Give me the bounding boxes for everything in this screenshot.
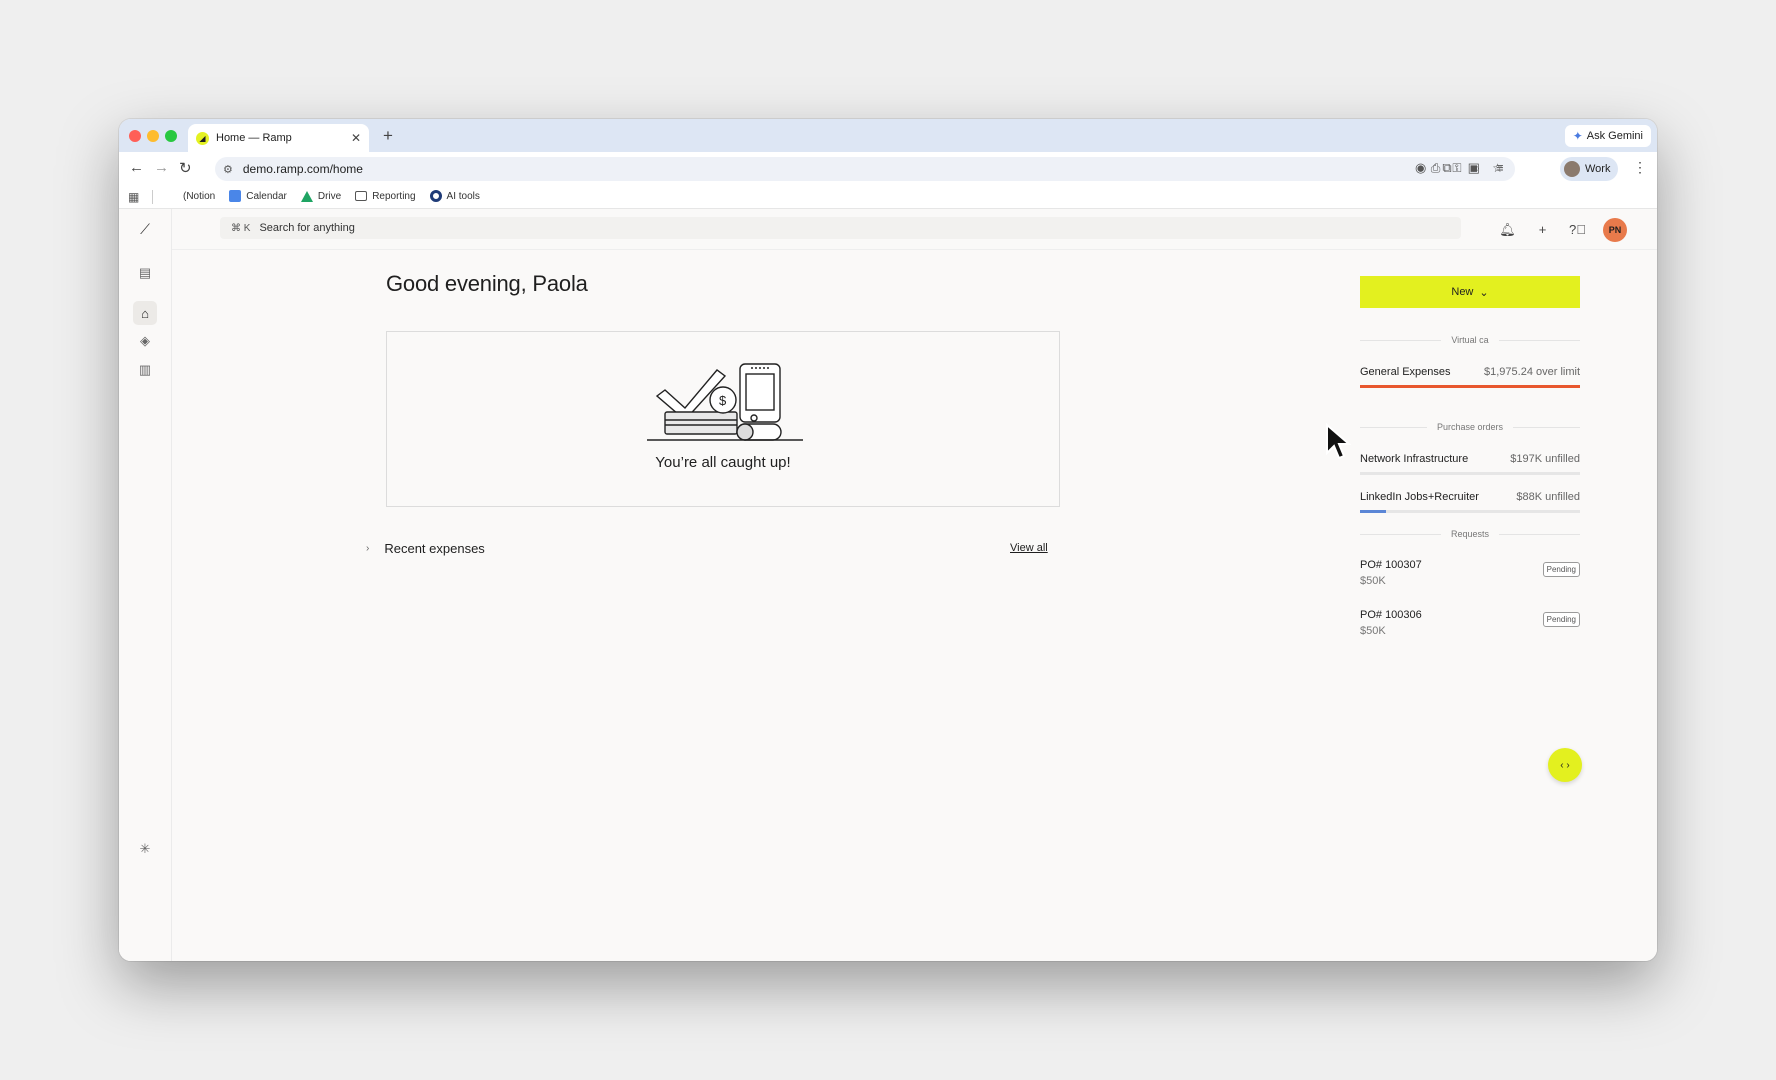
search-placeholder: Search for anything <box>259 222 355 234</box>
url-text: demo.ramp.com/home <box>242 162 363 176</box>
bookmark-drive[interactable]: Drive <box>300 190 342 202</box>
request-item[interactable]: PO# 100307 $50K Pending <box>1360 559 1580 587</box>
view-all-link[interactable]: View all <box>1010 542 1048 554</box>
maximize-window-button[interactable] <box>165 130 177 142</box>
close-window-button[interactable] <box>129 130 141 142</box>
bookmark-list: (Notion Calendar Drive Reporting AI tool… <box>183 190 480 202</box>
gemini-sparkle-icon: ✦ <box>1572 129 1583 143</box>
store-icon[interactable]: ▥ <box>133 358 157 382</box>
tab-home[interactable]: ◢ Home — Ramp ✕ <box>188 124 369 152</box>
purchase-order-value: $197K unfilled <box>1510 453 1580 465</box>
clipboard-icon[interactable]: ▤ <box>133 261 157 285</box>
address-bar[interactable]: ⚙ demo.ramp.com/home ⎙ ⚿ ⌕ ☆ <box>215 157 1515 181</box>
purchase-order-name: Network Infrastructure <box>1360 453 1469 465</box>
browser-menu-icon[interactable]: ⋮ <box>1633 159 1647 176</box>
bookmarks-bar: ▦ (Notion Calendar Drive Reporting AI to… <box>119 185 1657 209</box>
extensions-area: ◉ ⧉ ▣ ≡ <box>1415 160 1504 176</box>
bookmark-label: (Notion <box>183 190 216 202</box>
new-button[interactable]: New ⌄ <box>1360 276 1580 308</box>
right-panel: New ⌄ Virtual ca General Expenses $1,975… <box>1360 209 1580 961</box>
purchase-order-name: LinkedIn Jobs+Recruiter <box>1360 491 1479 503</box>
search-input[interactable]: ⌘ K Search for anything <box>220 217 1461 239</box>
calendar-icon <box>229 190 242 202</box>
request-item[interactable]: PO# 100306 $50K Pending <box>1360 609 1580 637</box>
bookmark-label: Calendar <box>246 190 287 202</box>
new-tab-button[interactable]: + <box>383 126 393 146</box>
purchase-order-bar <box>1360 510 1580 513</box>
bookmarks-divider <box>152 190 153 204</box>
apps-grid-icon[interactable]: ▦ <box>128 190 139 204</box>
puzzle-extensions-icon[interactable]: ⧉ <box>1442 160 1451 176</box>
cast-icon[interactable]: ▣ <box>1468 160 1480 176</box>
purchase-order-row[interactable]: Network Infrastructure $197K unfilled <box>1360 453 1580 465</box>
media-controls-icon[interactable]: ≡ <box>1496 160 1504 176</box>
bookmark-ai-tools[interactable]: AI tools <box>429 190 480 202</box>
requests-heading: Requests <box>1360 529 1580 539</box>
caught-up-text: You’re all caught up! <box>655 454 791 471</box>
status-badge: Pending <box>1542 562 1580 577</box>
profile-label: Work <box>1585 163 1611 175</box>
search-shortcut: ⌘ K <box>231 222 251 234</box>
purchase-order-bar <box>1360 472 1580 475</box>
new-button-label: New <box>1451 286 1474 298</box>
tab-title: Home — Ramp <box>216 132 292 144</box>
bookmark-label: Drive <box>317 190 342 202</box>
bookmark-reporting[interactable]: Reporting <box>355 190 416 202</box>
page-title: Good evening, Paola <box>386 271 588 296</box>
ramp-logo-icon[interactable]: ⟋ <box>133 217 157 241</box>
chevron-right-icon: › <box>366 543 370 554</box>
drive-icon <box>300 190 313 202</box>
virtual-cards-heading: Virtual ca <box>1360 335 1580 345</box>
ai-tools-icon <box>429 190 442 202</box>
home-icon[interactable]: ⌂ <box>133 301 157 325</box>
bookmark-calendar[interactable]: Calendar <box>229 190 287 202</box>
sparkle-settings-icon[interactable]: ✳ <box>133 837 157 861</box>
bookmark-label: AI tools <box>446 190 480 202</box>
extension-icon[interactable]: ◉ <box>1415 160 1426 176</box>
svg-text:$: $ <box>719 393 727 408</box>
caught-up-card: $ You’re all caught up! <box>386 331 1060 507</box>
ramp-app: ⟋ ▤ ⌂ ◈ ▥ ✳ ⌘ K Search for anything 🔔︎ +… <box>119 209 1657 961</box>
code-toggle-button[interactable]: ‹ › <box>1548 748 1582 782</box>
tab-strip: ◢ Home — Ramp ✕ + ✦ Ask Gemini <box>119 119 1657 152</box>
card-row[interactable]: General Expenses $1,975.24 over limit <box>1360 366 1580 378</box>
bookmark-label: Reporting <box>372 190 416 202</box>
purchase-order-row[interactable]: LinkedIn Jobs+Recruiter $88K unfilled <box>1360 491 1580 503</box>
reload-icon[interactable]: ↻ <box>179 159 192 177</box>
chevron-down-icon: ⌄ <box>1479 286 1489 299</box>
layers-icon[interactable]: ◈ <box>133 329 157 353</box>
code-brackets-icon: ‹ › <box>1560 759 1570 771</box>
avatar[interactable]: PN <box>1603 217 1627 242</box>
sidebar: ⟋ ▤ ⌂ ◈ ▥ ✳ <box>119 209 172 961</box>
card-status: $1,975.24 over limit <box>1484 366 1580 378</box>
back-arrow-icon[interactable]: ← <box>129 159 144 176</box>
forward-arrow-icon[interactable]: → <box>154 159 169 176</box>
profile-avatar <box>1564 161 1580 177</box>
site-settings-icon[interactable]: ⚙ <box>223 163 233 176</box>
ramp-favicon-icon: ◢ <box>196 131 209 145</box>
mouse-cursor-icon <box>1326 423 1351 460</box>
purchase-order-value: $88K unfilled <box>1516 491 1580 503</box>
caught-up-illustration: $ <box>647 363 803 441</box>
status-badge: Pending <box>1542 612 1580 627</box>
purchase-order-fill <box>1360 510 1387 513</box>
browser-toolbar: ← → ↻ ⚙ demo.ramp.com/home ⎙ ⚿ ⌕ ☆ ◉ ⧉ ▣… <box>119 152 1657 185</box>
minimize-window-button[interactable] <box>147 130 159 142</box>
ask-gemini-label: Ask Gemini <box>1586 130 1643 142</box>
profile-chip[interactable]: Work <box>1560 157 1619 181</box>
recent-expenses-label: Recent expenses <box>384 541 485 556</box>
bookmark-notion[interactable]: (Notion <box>183 191 215 202</box>
card-limit-fill <box>1360 385 1580 388</box>
tab-close-icon[interactable]: ✕ <box>351 131 361 145</box>
card-name: General Expenses <box>1360 366 1451 378</box>
purchase-orders-heading: Purchase orders <box>1360 422 1580 432</box>
card-limit-bar <box>1360 385 1580 388</box>
recent-expenses-toggle[interactable]: › Recent expenses <box>366 541 485 556</box>
folder-icon <box>355 191 368 201</box>
ask-gemini-button[interactable]: ✦ Ask Gemini <box>1564 125 1651 147</box>
browser-window: ◢ Home — Ramp ✕ + ✦ Ask Gemini ← → ↻ ⚙ d… <box>119 119 1657 961</box>
